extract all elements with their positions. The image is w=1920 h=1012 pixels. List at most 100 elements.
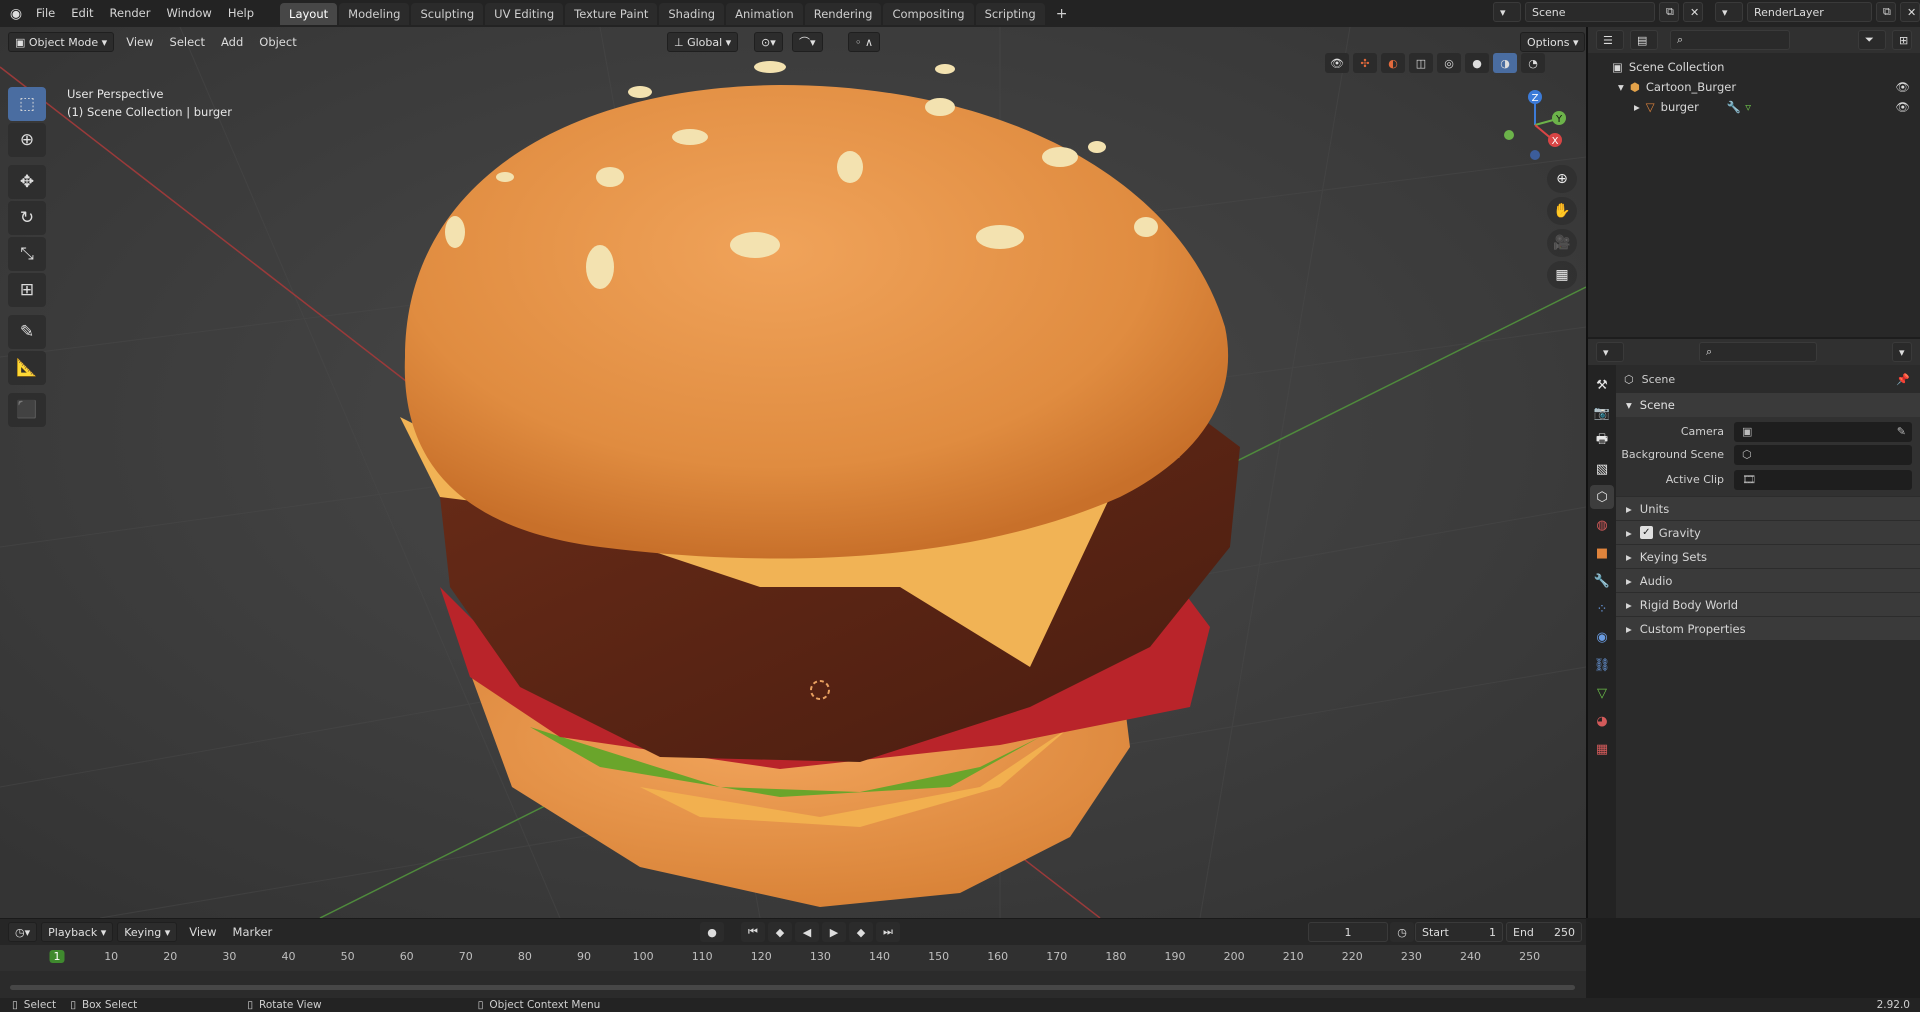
menu-edit[interactable]: Edit: [63, 0, 101, 27]
data-tab-icon[interactable]: ▽: [1590, 681, 1614, 705]
delete-render-layer-icon[interactable]: ✕: [1900, 2, 1920, 22]
viewport-menu-view[interactable]: View: [118, 35, 161, 49]
menu-window[interactable]: Window: [158, 0, 219, 27]
neg-z-axis-icon[interactable]: [1530, 150, 1540, 160]
frame-ruler[interactable]: 1 10 20 30 40 50 60 70 80 90 100 110 120 130 140 150 160…: [0, 945, 1586, 971]
record-icon[interactable]: ●: [700, 922, 724, 942]
playback-dropdown[interactable]: Playback ▾: [41, 922, 114, 942]
modifier-icon[interactable]: 🔧: [1727, 100, 1741, 114]
scene-field[interactable]: Scene: [1525, 2, 1655, 22]
eye-icon[interactable]: 👁: [1895, 80, 1910, 94]
eyedropper-icon[interactable]: ✎: [1897, 425, 1906, 438]
zoom-icon[interactable]: ⊕: [1547, 165, 1577, 193]
gravity-panel[interactable]: ▸ ✓ Gravity: [1616, 520, 1920, 544]
eye-icon[interactable]: 👁: [1895, 100, 1910, 114]
mesh-data-icon[interactable]: ▿: [1745, 100, 1751, 114]
options-chevron-icon[interactable]: ▾: [1892, 342, 1912, 362]
proportional-edit-toggle[interactable]: ◦ ∧: [848, 32, 881, 52]
viewport-menu-object[interactable]: Object: [251, 35, 304, 49]
background-scene-field[interactable]: ⬡: [1734, 444, 1912, 465]
snap-toggle[interactable]: ⌒▾: [792, 32, 823, 52]
keying-dropdown[interactable]: Keying ▾: [117, 922, 178, 942]
properties-search-input[interactable]: ⌕: [1699, 342, 1817, 362]
viewport-menu-add[interactable]: Add: [213, 35, 251, 49]
texture-tab-icon[interactable]: ▦: [1590, 737, 1614, 761]
render-tab-icon[interactable]: 📷: [1590, 401, 1614, 425]
outliner-row-scene-collection[interactable]: ▣ Scene Collection: [1588, 57, 1920, 77]
start-frame-field[interactable]: Start 1: [1415, 922, 1503, 942]
transform-tool-icon[interactable]: ⊞: [8, 273, 46, 307]
gravity-checkbox[interactable]: ✓: [1639, 526, 1653, 539]
scene-tab-icon[interactable]: ⬡: [1590, 485, 1614, 509]
audio-panel[interactable]: ▸ Audio: [1616, 568, 1920, 592]
tab-animation[interactable]: Animation: [726, 2, 803, 25]
camera-field[interactable]: ▣ ✎: [1734, 421, 1912, 442]
scene-panel-header[interactable]: ▾ Scene: [1616, 393, 1920, 417]
expand-arrow-icon[interactable]: ▾: [1618, 80, 1624, 94]
current-frame-field[interactable]: 1: [1308, 922, 1388, 942]
new-render-layer-icon[interactable]: ⧉: [1876, 2, 1896, 22]
next-keyframe-icon[interactable]: ◆: [849, 922, 873, 942]
timeline-menu-view[interactable]: View: [181, 925, 224, 939]
units-panel[interactable]: ▸ Units: [1616, 496, 1920, 520]
current-frame-marker[interactable]: 1: [49, 950, 65, 963]
scale-tool-icon[interactable]: ⤡: [8, 237, 46, 271]
expand-arrow-icon[interactable]: ▸: [1634, 100, 1640, 114]
outliner-search-input[interactable]: ⌕: [1670, 30, 1790, 50]
pin-icon[interactable]: 📌: [1896, 373, 1910, 386]
neg-y-axis-icon[interactable]: [1504, 130, 1514, 140]
overlay-toggle-icon[interactable]: ◐: [1381, 53, 1405, 73]
new-scene-icon[interactable]: ⧉: [1659, 2, 1679, 22]
keying-sets-panel[interactable]: ▸ Keying Sets: [1616, 544, 1920, 568]
material-tab-icon[interactable]: ◕: [1590, 709, 1614, 733]
cursor-tool-icon[interactable]: ⊕: [8, 123, 46, 157]
new-collection-icon[interactable]: ⊞: [1892, 30, 1912, 50]
material-shading-icon[interactable]: ◑: [1493, 53, 1517, 73]
tab-compositing[interactable]: Compositing: [883, 2, 974, 25]
gizmo-toggle-icon[interactable]: ✣: [1353, 53, 1377, 73]
editor-type-icon[interactable]: ◷▾: [8, 922, 38, 942]
camera-view-icon[interactable]: 🎥: [1547, 229, 1577, 257]
select-tool-icon[interactable]: ⬚: [8, 87, 46, 121]
tab-texture-paint[interactable]: Texture Paint: [565, 2, 658, 25]
tab-uv-editing[interactable]: UV Editing: [485, 2, 564, 25]
editor-type-icon[interactable]: ☰: [1596, 30, 1624, 50]
view-layer-tab-icon[interactable]: ▧: [1590, 457, 1614, 481]
active-clip-field[interactable]: 🎞: [1734, 469, 1912, 490]
add-workspace-button[interactable]: +: [1047, 3, 1077, 25]
scene-browse-icon[interactable]: ▾: [1493, 2, 1521, 22]
solid-shading-icon[interactable]: ●: [1465, 53, 1489, 73]
menu-help[interactable]: Help: [220, 0, 262, 27]
particles-tab-icon[interactable]: ⁘: [1590, 597, 1614, 621]
play-reverse-icon[interactable]: ◀: [795, 922, 819, 942]
display-mode-icon[interactable]: ▤: [1630, 30, 1658, 50]
prev-keyframe-icon[interactable]: ◆: [768, 922, 792, 942]
editor-type-icon[interactable]: ▾: [1596, 342, 1624, 362]
outliner-row-burger[interactable]: ▸ ▽ burger 🔧 ▿ 👁: [1588, 97, 1920, 117]
rigid-body-world-panel[interactable]: ▸ Rigid Body World: [1616, 592, 1920, 616]
play-icon[interactable]: ▶: [822, 922, 846, 942]
physics-tab-icon[interactable]: ◉: [1590, 625, 1614, 649]
move-tool-icon[interactable]: ✥: [8, 165, 46, 199]
menu-file[interactable]: File: [28, 0, 63, 27]
viewport-menu-select[interactable]: Select: [162, 35, 213, 49]
object-tab-icon[interactable]: ■: [1590, 541, 1614, 565]
visibility-icon[interactable]: 👁: [1325, 53, 1349, 73]
menu-render[interactable]: Render: [102, 0, 159, 27]
tab-scripting[interactable]: Scripting: [975, 2, 1045, 25]
timeline-menu-marker[interactable]: Marker: [225, 925, 281, 939]
constraints-tab-icon[interactable]: ⛓: [1590, 653, 1614, 677]
modifier-tab-icon[interactable]: 🔧: [1590, 569, 1614, 593]
outliner-row-cartoon-burger[interactable]: ▾ ⬢ Cartoon_Burger 👁: [1588, 77, 1920, 97]
delete-scene-icon[interactable]: ✕: [1683, 2, 1703, 22]
tab-sculpting[interactable]: Sculpting: [411, 2, 484, 25]
render-layer-field[interactable]: RenderLayer: [1747, 2, 1872, 22]
navigation-gizmo[interactable]: Z Y X: [1495, 85, 1585, 165]
ortho-grid-icon[interactable]: ▦: [1547, 261, 1577, 289]
custom-properties-panel[interactable]: ▸ Custom Properties: [1616, 616, 1920, 640]
3d-viewport[interactable]: [0, 27, 1586, 918]
measure-tool-icon[interactable]: 📐: [8, 351, 46, 385]
xray-toggle-icon[interactable]: ◫: [1409, 53, 1433, 73]
jump-start-icon[interactable]: ⏮: [741, 922, 765, 942]
tab-shading[interactable]: Shading: [659, 2, 725, 25]
